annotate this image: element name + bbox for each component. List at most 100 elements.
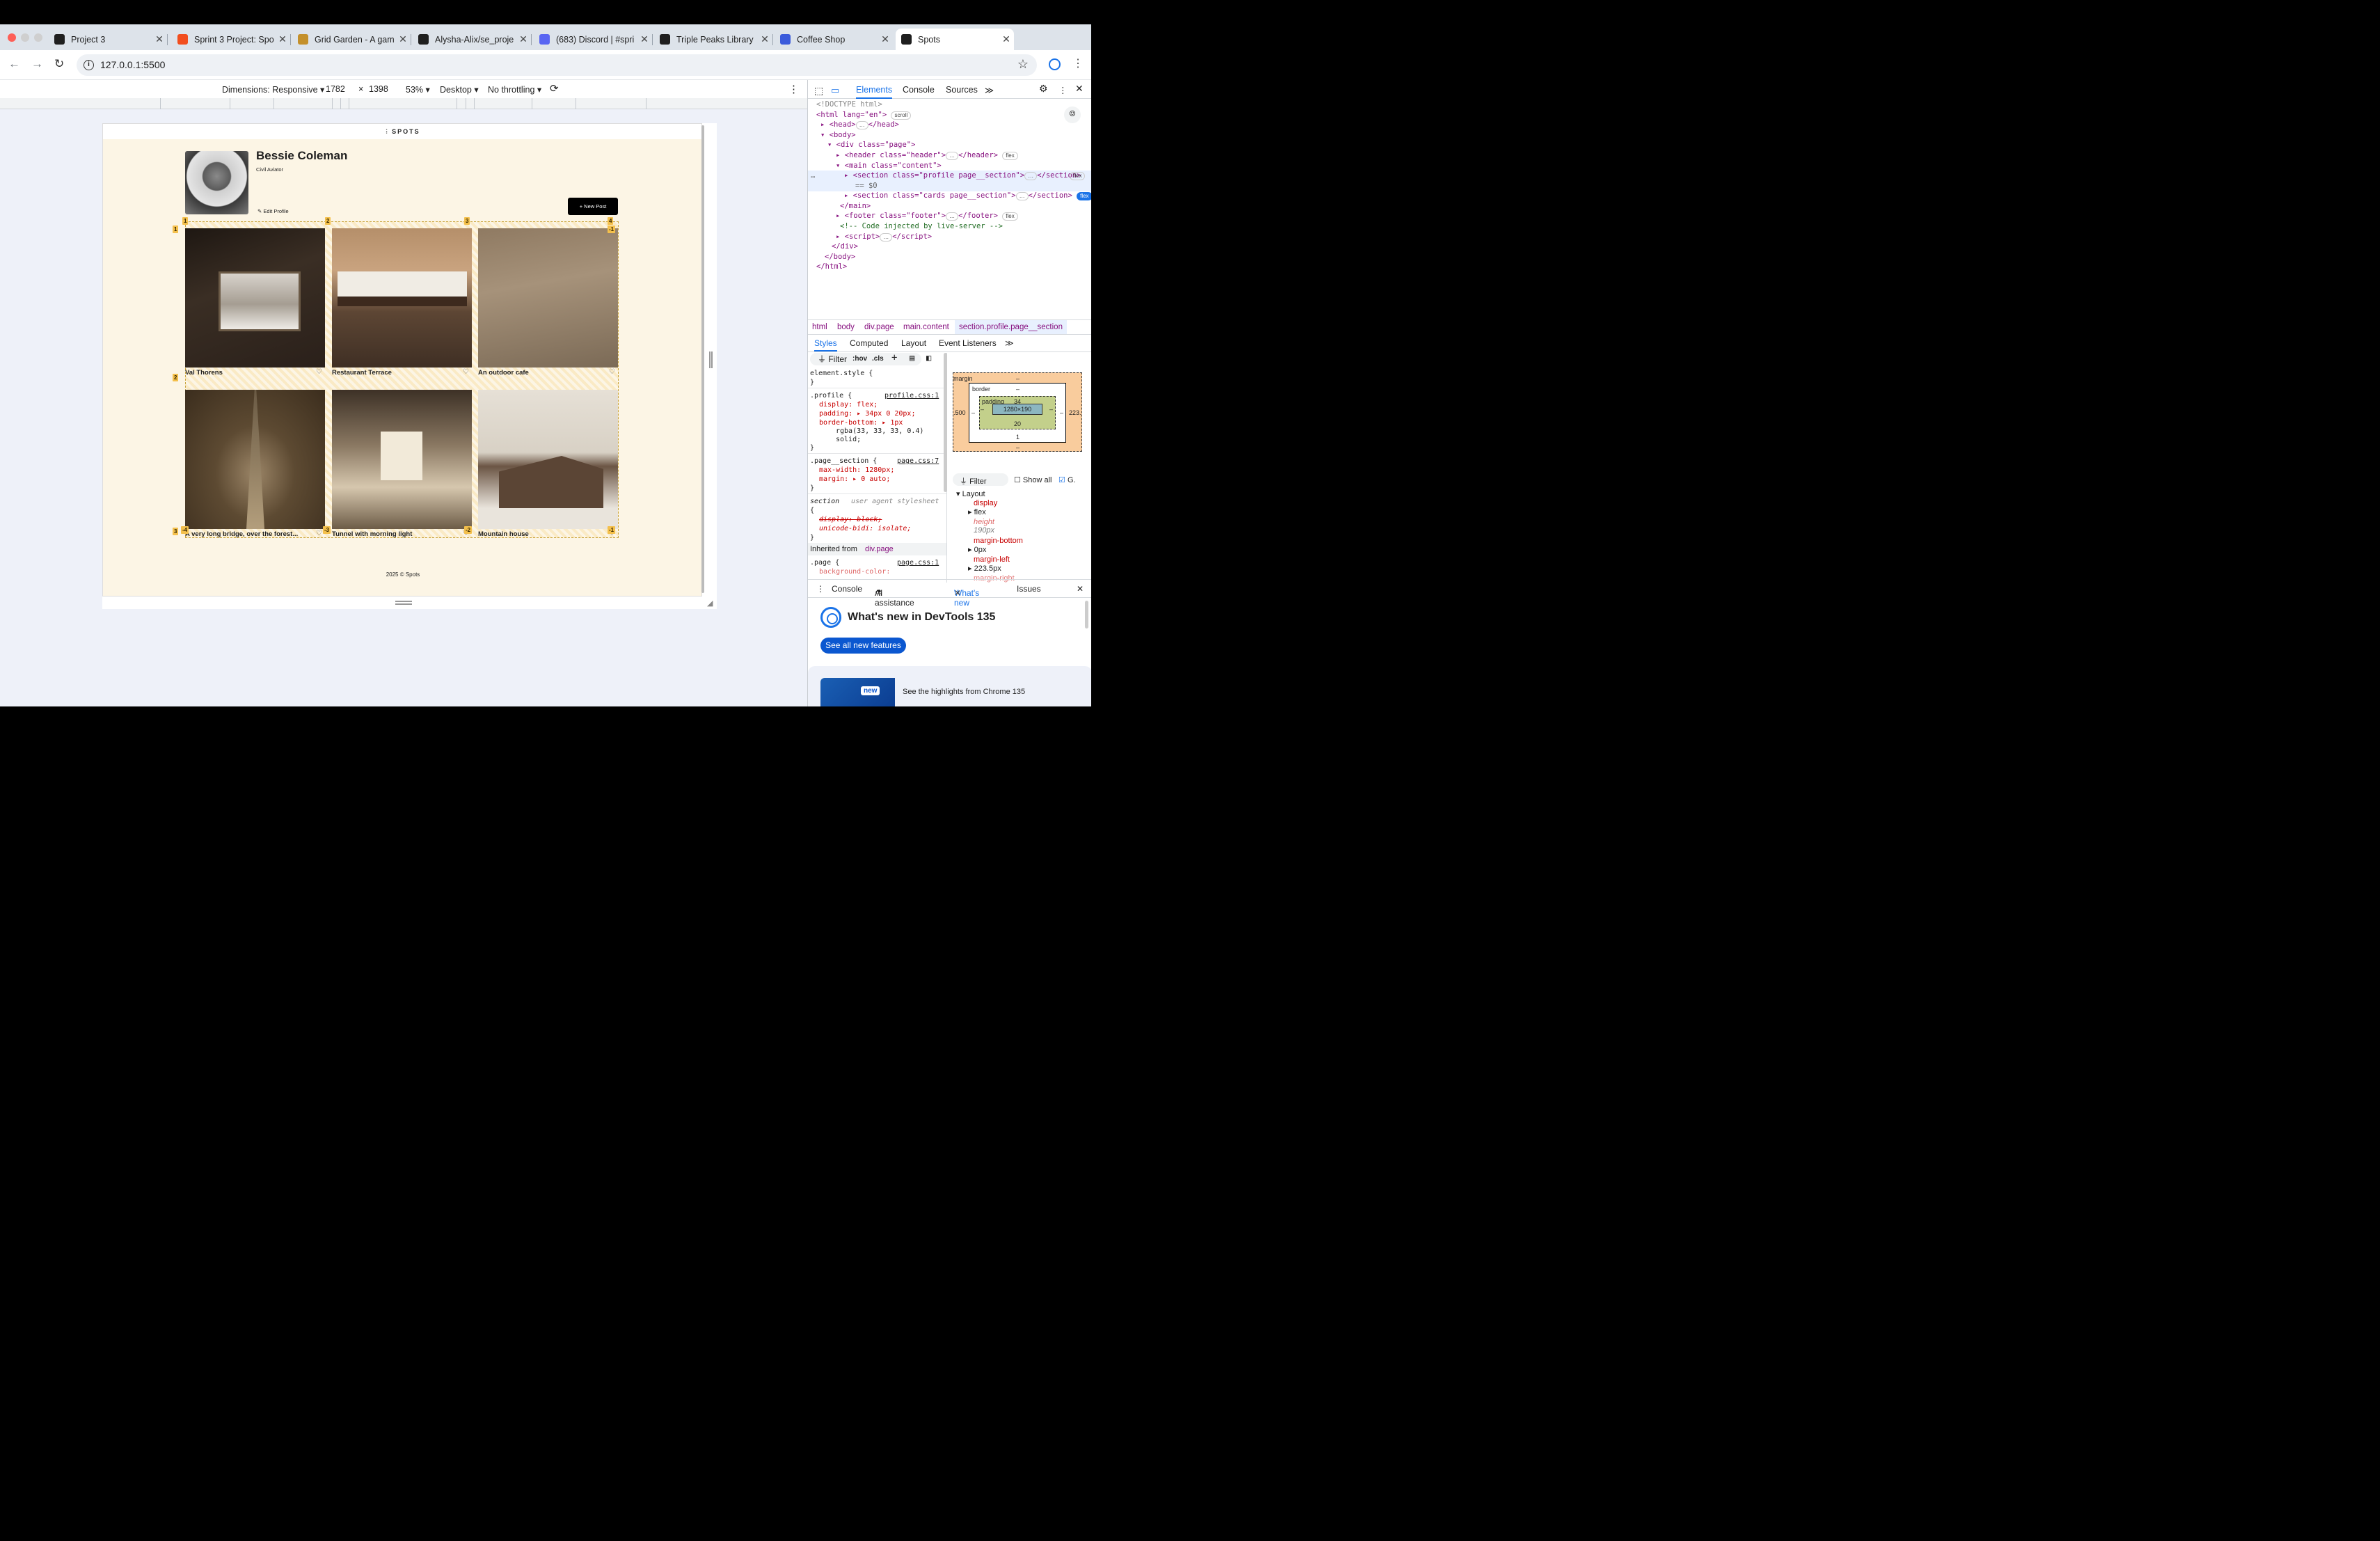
page-scrollbar[interactable] <box>701 125 704 593</box>
show-all-checkbox[interactable]: ☐ Show all <box>1014 475 1052 484</box>
box-model-border[interactable]: border – – – 1 padding 34 – – 1280×190 2… <box>969 383 1066 443</box>
profile-avatar-icon[interactable] <box>1049 58 1061 70</box>
tab-7[interactable]: Coffee Shop ✕ <box>775 29 893 50</box>
device-dropdown[interactable]: Desktop ▾ <box>440 84 479 95</box>
more-tabs-icon[interactable]: ≫ <box>985 85 994 95</box>
tab-sources[interactable]: Sources <box>946 85 978 95</box>
tab-event-listeners[interactable]: Event Listeners <box>939 338 997 348</box>
width-input[interactable]: 1782 <box>326 84 345 94</box>
dom-node[interactable]: <!DOCTYPE html> <box>816 100 882 110</box>
close-tab-icon[interactable]: ✕ <box>878 33 893 45</box>
toggle-sidebar-icon[interactable]: ◧ <box>926 354 931 363</box>
dom-node[interactable]: ▸ <head>… </head> <box>820 120 899 130</box>
hov-button[interactable]: :hov <box>852 355 867 364</box>
css-declaration[interactable]: display: flex; <box>819 401 878 410</box>
margin-right-value[interactable]: 223. <box>1069 409 1081 416</box>
dom-comment[interactable]: <!-- Code injected by live-server --> <box>840 221 1003 232</box>
css-declaration[interactable]: background-color: <box>819 568 890 577</box>
breadcrumb-html[interactable]: html <box>812 323 827 331</box>
box-model-padding[interactable]: padding 34 – – 1280×190 20 <box>979 396 1056 429</box>
tab-1[interactable]: Project 3 ✕ <box>49 29 168 50</box>
layout-group-toggle[interactable]: ▾ Layout <box>956 489 985 498</box>
card-image[interactable] <box>185 390 325 529</box>
styles-scrollbar[interactable] <box>944 353 947 492</box>
throttling-dropdown[interactable]: No throttling ▾ <box>488 84 541 95</box>
border-top-value[interactable]: – <box>1016 386 1020 393</box>
forward-icon[interactable]: → <box>31 57 43 71</box>
drawer-menu-icon[interactable]: ⋮ <box>816 584 825 594</box>
source-link[interactable]: page.css:7 <box>897 457 939 466</box>
rotate-icon[interactable]: ⟳ <box>550 82 559 95</box>
computed-value[interactable]: ▸ 223.5px <box>968 564 1001 573</box>
like-heart-icon[interactable]: ♡ <box>609 368 615 376</box>
close-tab-icon[interactable]: ✕ <box>954 588 961 598</box>
dom-node[interactable]: ▸ <footer class="footer">… </footer> flex <box>836 211 1018 221</box>
margin-top-value[interactable]: – <box>1016 375 1020 382</box>
group-checkbox[interactable]: ☑ G. <box>1058 475 1076 484</box>
dimensions-dropdown[interactable]: Dimensions: Responsive ▾ <box>222 84 324 95</box>
tab-8[interactable]: Spots ✕ <box>896 29 1014 50</box>
card-image[interactable] <box>478 228 618 368</box>
close-tab-icon[interactable]: ✕ <box>516 33 531 45</box>
tab-5[interactable]: (683) Discord | #spri ✕ <box>534 29 653 50</box>
breadcrumb-body[interactable]: body <box>837 323 855 331</box>
resize-handle-bottom[interactable] <box>395 601 412 605</box>
css-declaration[interactable]: max-width: 1280px; <box>819 466 894 475</box>
flex-badge[interactable]: flex <box>1002 212 1018 221</box>
resize-corner-icon[interactable]: ◢ <box>707 599 713 608</box>
drawer-tab-console[interactable]: Console <box>832 584 862 594</box>
breadcrumb-main-content[interactable]: main.content <box>903 323 949 331</box>
like-heart-icon[interactable]: ♡ <box>316 530 322 537</box>
source-link[interactable]: page.css:1 <box>897 559 939 568</box>
border-right-value[interactable]: – <box>1060 409 1063 416</box>
dom-node[interactable]: ▾ <body> <box>820 130 856 141</box>
device-toolbar-menu-icon[interactable]: ⋮ <box>788 83 799 95</box>
highlights-text[interactable]: See the highlights from Chrome 135 <box>903 688 1025 696</box>
paint-icon[interactable]: ▤ <box>910 354 914 363</box>
css-value[interactable]: rgba(33, 33, 33, 0.4) <box>836 427 923 436</box>
tab-elements[interactable]: Elements <box>856 85 893 99</box>
flex-badge[interactable]: flex <box>1002 152 1018 160</box>
maximize-window-icon[interactable] <box>34 33 42 42</box>
computed-prop[interactable]: margin-bottom <box>974 537 1023 545</box>
flex-badge[interactable]: flex <box>1077 192 1091 200</box>
dom-node[interactable]: </body> <box>825 252 855 262</box>
css-declaration[interactable]: margin: ▸ 0 auto; <box>819 475 890 484</box>
see-all-features-button[interactable]: See all new features <box>820 638 906 654</box>
tab-4[interactable]: Alysha-Alix/se_proje ✕ <box>413 29 532 50</box>
bookmark-star-icon[interactable]: ☆ <box>1017 57 1029 72</box>
dom-node[interactable]: ▸ <header class="header">… </header> flex <box>836 150 1018 161</box>
computed-value[interactable]: ▸ 0px <box>968 545 986 554</box>
cls-button[interactable]: .cls <box>872 355 884 364</box>
drawer-scrollbar[interactable] <box>1085 601 1088 629</box>
site-info-icon[interactable]: i <box>84 60 94 70</box>
accessibility-icon[interactable]: ☺ <box>1064 106 1081 123</box>
border-bottom-value[interactable]: 1 <box>1016 434 1020 441</box>
tab-3[interactable]: Grid Garden - A gam ✕ <box>292 29 411 50</box>
breadcrumb-div-page[interactable]: div.page <box>864 323 894 331</box>
node-actions-icon[interactable]: … <box>811 171 815 181</box>
card-image[interactable] <box>332 228 472 368</box>
reload-icon[interactable]: ↻ <box>54 57 64 71</box>
inspect-icon[interactable]: ⬚ <box>814 85 823 97</box>
box-model-content[interactable]: 1280×190 <box>992 404 1042 415</box>
height-input[interactable]: 1398 <box>369 84 388 94</box>
padding-right-value[interactable]: – <box>1049 406 1053 413</box>
computed-prop[interactable]: display <box>974 499 997 507</box>
media-query-ruler[interactable] <box>0 98 807 109</box>
edit-profile-button[interactable]: ✎ Edit Profile <box>257 208 289 214</box>
address-bar[interactable]: i 127.0.0.1:5500 ☆ <box>77 54 1037 76</box>
source-link[interactable]: profile.css:1 <box>884 392 939 401</box>
tab-computed[interactable]: Computed <box>850 338 888 348</box>
close-tab-icon[interactable]: ✕ <box>152 33 167 45</box>
close-tab-icon[interactable]: ✕ <box>395 33 411 45</box>
drawer-tab-issues[interactable]: Issues <box>1017 584 1041 594</box>
dom-node[interactable]: </main> <box>840 201 871 212</box>
css-declaration[interactable]: padding: ▸ 34px 0 20px; <box>819 410 915 419</box>
css-declaration[interactable]: border-bottom: ▸ 1px <box>819 419 903 428</box>
new-post-button[interactable]: + New Post <box>568 198 618 215</box>
dom-node[interactable]: ▸ <section class="profile page__section"… <box>844 171 1081 181</box>
close-window-icon[interactable] <box>8 33 16 42</box>
close-tab-icon[interactable]: ✕ <box>637 33 652 45</box>
card-image[interactable] <box>478 390 618 529</box>
